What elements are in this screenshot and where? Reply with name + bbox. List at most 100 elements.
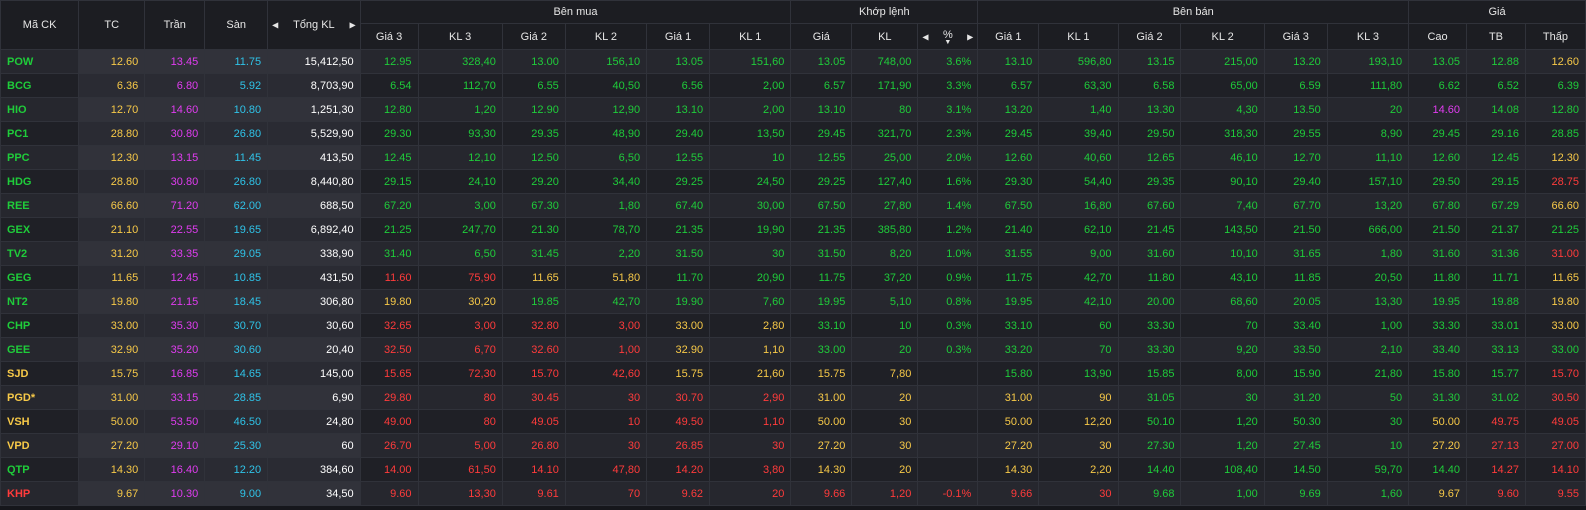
header-high[interactable]: Cao <box>1408 23 1468 50</box>
header-total-volume[interactable]: ◀ Tổng KL ▶ <box>267 0 361 50</box>
table-row[interactable]: SJD 15.75 16.85 14.65 145,00 15.65 72,30 15.70 4… <box>0 361 1586 386</box>
high-price: 27.20 <box>1408 433 1468 458</box>
match-pct: 3.6% <box>917 49 979 74</box>
table-row[interactable]: GEG 11.65 12.45 10.85 431,50 11.60 75,90 11.65 5… <box>0 265 1586 290</box>
header-sell-vol-3[interactable]: KL 3 <box>1326 23 1410 50</box>
buy-vol-2: 70 <box>564 481 648 506</box>
header-match-volume[interactable]: KL <box>851 23 919 50</box>
table-row[interactable]: BCG 6.36 6.80 5.92 8,703,90 6.54 112,70 6.55 40,… <box>0 73 1586 98</box>
low-price: 33.00 <box>1524 337 1586 362</box>
avg-price: 12.88 <box>1466 49 1526 74</box>
header-buy-vol-3[interactable]: KL 3 <box>417 23 503 50</box>
buy-price-3: 21.25 <box>359 217 419 242</box>
buy-price-3: 31.40 <box>359 241 419 266</box>
table-row[interactable]: HDG 28.80 30.80 26.80 8,440,80 29.15 24,10 29.2… <box>0 169 1586 194</box>
high-price: 33.30 <box>1408 313 1468 338</box>
match-volume: 25,00 <box>851 145 919 170</box>
low-price: 66.60 <box>1524 193 1586 218</box>
table-row[interactable]: POW 12.60 13.45 11.75 15,412,50 12.95 328,40 13… <box>0 49 1586 74</box>
header-symbol[interactable]: Mã CK <box>0 0 80 50</box>
symbol-cell[interactable]: SJD <box>0 361 80 386</box>
symbol-cell[interactable]: HDG <box>0 169 80 194</box>
header-match-pct[interactable]: ◀ % ▼ ▶ <box>917 23 979 50</box>
table-row[interactable]: CHP 33.00 35.30 30.70 30,60 32.65 3,00 32.80 3,0… <box>0 313 1586 338</box>
floor-price: 9.00 <box>204 481 269 506</box>
symbol-cell[interactable]: VPD <box>0 433 80 458</box>
header-ceiling[interactable]: Trần <box>144 0 206 50</box>
sell-price-3: 29.55 <box>1263 121 1328 146</box>
header-floor[interactable]: Sàn <box>204 0 269 50</box>
avg-price: 29.16 <box>1466 121 1526 146</box>
table-row[interactable]: QTP 14.30 16.40 12.20 384,60 14.00 61,50 14.10 4… <box>0 457 1586 482</box>
header-match-price[interactable]: Giá <box>790 23 853 50</box>
header-buy-price-3[interactable]: Giá 3 <box>359 23 419 50</box>
symbol-cell[interactable]: KHP <box>0 481 80 506</box>
buy-vol-2: 47,80 <box>564 457 648 482</box>
symbol-cell[interactable]: HIO <box>0 97 80 122</box>
match-volume: 748,00 <box>851 49 919 74</box>
header-buy-price-2[interactable]: Giá 2 <box>501 23 566 50</box>
buy-price-2: 29.20 <box>501 169 566 194</box>
high-price: 11.80 <box>1408 265 1468 290</box>
table-row[interactable]: PPC 12.30 13.15 11.45 413,50 12.45 12,10 12.50 6… <box>0 145 1586 170</box>
buy-price-3: 12.45 <box>359 145 419 170</box>
symbol-cell[interactable]: TV2 <box>0 241 80 266</box>
table-row[interactable]: VSH 50.00 53.50 46.50 24,80 49.00 80 49.05 10 49.… <box>0 409 1586 434</box>
sell-price-1: 67.50 <box>977 193 1040 218</box>
header-low[interactable]: Thấp <box>1524 23 1586 50</box>
sell-vol-3: 193,10 <box>1326 49 1410 74</box>
header-ref[interactable]: TC <box>78 0 146 50</box>
total-volume: 20,40 <box>267 337 361 362</box>
table-row[interactable]: GEX 21.10 22.55 19.65 6,892,40 21.25 247,70 21.… <box>0 217 1586 242</box>
symbol-cell[interactable]: GEG <box>0 265 80 290</box>
buy-price-2: 31.45 <box>501 241 566 266</box>
header-buy-vol-1[interactable]: KL 1 <box>709 23 792 50</box>
symbol-cell[interactable]: VSH <box>0 409 80 434</box>
buy-price-1: 30.70 <box>646 385 711 410</box>
total-volume: 24,80 <box>267 409 361 434</box>
symbol-cell[interactable]: CHP <box>0 313 80 338</box>
scroll-left-icon[interactable]: ◀ <box>272 21 278 30</box>
buy-price-1: 49.50 <box>646 409 711 434</box>
total-volume: 338,90 <box>267 241 361 266</box>
symbol-cell[interactable]: GEE <box>0 337 80 362</box>
sort-desc-icon[interactable]: ▼ <box>924 39 971 46</box>
symbol-cell[interactable]: REE <box>0 193 80 218</box>
symbol-cell[interactable]: PPC <box>0 145 80 170</box>
match-price: 33.10 <box>790 313 853 338</box>
header-sell-vol-2[interactable]: KL 2 <box>1180 23 1265 50</box>
header-sell-price-2[interactable]: Giá 2 <box>1117 23 1182 50</box>
buy-vol-1: 10 <box>709 145 792 170</box>
symbol-cell[interactable]: QTP <box>0 457 80 482</box>
header-sell-vol-1[interactable]: KL 1 <box>1038 23 1119 50</box>
header-avg[interactable]: TB <box>1466 23 1526 50</box>
symbol-cell[interactable]: BCG <box>0 73 80 98</box>
table-row[interactable]: PC1 28.80 30.80 26.80 5,529,90 29.30 93,30 29.3… <box>0 121 1586 146</box>
table-row[interactable]: REE 66.60 71.20 62.00 688,50 67.20 3,00 67.30 1,… <box>0 193 1586 218</box>
table-row[interactable]: TV2 31.20 33.35 29.05 338,90 31.40 6,50 31.45 2,… <box>0 241 1586 266</box>
header-sell-price-1[interactable]: Giá 1 <box>977 23 1040 50</box>
table-row[interactable]: VPD 27.20 29.10 25.30 60 26.70 5,00 26.80 30 26.8… <box>0 433 1586 458</box>
buy-price-3: 9.60 <box>359 481 419 506</box>
table-row[interactable]: PGD* 31.00 33.15 28.85 6,90 29.80 80 30.45 30 30.… <box>0 385 1586 410</box>
symbol-cell[interactable]: PGD* <box>0 385 80 410</box>
table-row[interactable]: HIO 12.70 14.60 10.80 1,251,30 12.80 1,20 12.90… <box>0 97 1586 122</box>
symbol-cell[interactable]: POW <box>0 49 80 74</box>
header-buy-price-1[interactable]: Giá 1 <box>646 23 711 50</box>
symbol-cell[interactable]: PC1 <box>0 121 80 146</box>
buy-vol-3: 6,50 <box>417 241 503 266</box>
header-buy-vol-2[interactable]: KL 2 <box>564 23 648 50</box>
header-sell-price-3[interactable]: Giá 3 <box>1263 23 1328 50</box>
table-row[interactable]: GEE 32.90 35.20 30.60 20,40 32.50 6,70 32.60 1,0… <box>0 337 1586 362</box>
low-price: 19.80 <box>1524 289 1586 314</box>
symbol-cell[interactable]: GEX <box>0 217 80 242</box>
table-row[interactable]: KHP 9.67 10.30 9.00 34,50 9.60 13,30 9.61 70 9.62… <box>0 481 1586 506</box>
toggle-right-icon[interactable]: ▶ <box>967 32 973 41</box>
scroll-right-icon[interactable]: ▶ <box>349 21 355 30</box>
avg-price: 15.77 <box>1466 361 1526 386</box>
match-price: 67.50 <box>790 193 853 218</box>
toggle-left-icon[interactable]: ◀ <box>922 32 928 41</box>
buy-price-2: 9.61 <box>501 481 566 506</box>
symbol-cell[interactable]: NT2 <box>0 289 80 314</box>
table-row[interactable]: NT2 19.80 21.15 18.45 306,80 19.80 30,20 19.85 4… <box>0 289 1586 314</box>
